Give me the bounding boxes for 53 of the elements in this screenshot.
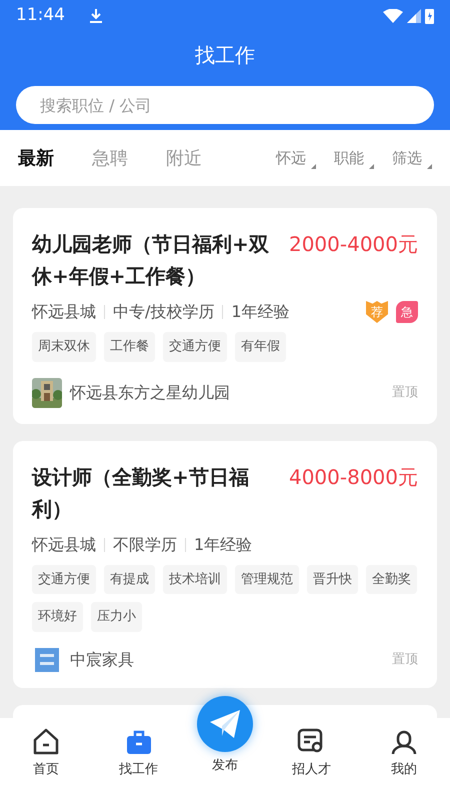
nav-tab[interactable]: 招人才 bbox=[265, 718, 358, 800]
salary: 4000-8000元 bbox=[288, 464, 418, 490]
company-name: 怀远县东方之星幼儿园 bbox=[70, 382, 230, 404]
benefit-tag: 环境好 bbox=[32, 602, 83, 632]
dropdown-caret-icon bbox=[427, 164, 432, 170]
job-requirement: 怀远县城 bbox=[32, 534, 96, 556]
filter-dropdown[interactable]: 职能 bbox=[334, 146, 374, 170]
home-icon bbox=[32, 728, 60, 756]
benefit-tag: 晋升快 bbox=[307, 564, 358, 594]
job-requirement: 中专/技校学历 bbox=[113, 301, 214, 323]
wifi-icon bbox=[383, 9, 403, 23]
job-card[interactable]: 设计师（全勤奖+节日福利） 4000-8000元 怀远县城 不限学历 1年经验 交通方便 有提成 技术培训 管理规范 晋升快 全勤奖 环境好 压力小 中宸家具 置顶 bbox=[13, 440, 437, 688]
benefit-tag: 全勤奖 bbox=[366, 564, 417, 594]
status-time: 11:44 bbox=[16, 4, 65, 28]
benefit-tag: 周末双休 bbox=[32, 332, 96, 362]
company-logo-icon bbox=[35, 648, 59, 672]
publish-button[interactable] bbox=[197, 696, 254, 752]
benefit-tag: 有年假 bbox=[235, 332, 286, 362]
job-requirement: 1年经验 bbox=[194, 534, 252, 556]
briefcase-icon bbox=[124, 728, 153, 756]
benefit-tag: 管理规范 bbox=[235, 564, 299, 594]
filter-dropdown[interactable]: 筛选 bbox=[392, 146, 432, 170]
dropdown-caret-icon bbox=[311, 164, 316, 170]
publish-label: 发布 bbox=[212, 757, 238, 775]
recommended-badge: 荐 bbox=[366, 301, 388, 323]
benefit-tag: 交通方便 bbox=[163, 332, 227, 362]
nav-tab[interactable]: 首页 bbox=[0, 718, 92, 800]
signal-icon bbox=[407, 9, 421, 23]
nav-tab[interactable]: 找工作 bbox=[92, 718, 185, 800]
job-requirement: 怀远县城 bbox=[32, 301, 96, 323]
job-requirement: 1年经验 bbox=[231, 301, 290, 323]
benefit-tag: 工作餐 bbox=[104, 332, 155, 362]
job-requirement: 不限学历 bbox=[113, 534, 177, 556]
company-name: 中宸家具 bbox=[70, 648, 134, 670]
benefit-tag: 有提成 bbox=[104, 564, 155, 594]
page-title: 找工作 bbox=[194, 42, 256, 69]
benefit-tag: 交通方便 bbox=[32, 564, 96, 594]
tab[interactable]: 最新 bbox=[18, 144, 54, 172]
job-title: 设计师（全勤奖+节日福利） bbox=[32, 464, 250, 522]
download-icon bbox=[89, 8, 103, 24]
battery-icon bbox=[425, 8, 434, 24]
paper-plane-icon bbox=[210, 710, 240, 738]
filter-dropdown[interactable]: 怀远 bbox=[276, 146, 316, 170]
benefit-tag: 压力小 bbox=[91, 602, 142, 632]
profile-icon bbox=[390, 728, 418, 756]
dropdown-caret-icon bbox=[369, 164, 374, 170]
search-field[interactable]: 搜索职位 / 公司 bbox=[16, 86, 434, 124]
urgent-badge: 急 bbox=[396, 301, 418, 323]
job-card[interactable]: 幼儿园老师（节日福利+双休+年假+工作餐） 2000-4000元 怀远县城 中专/技校学历 1年经验 荐 急 周末双休 工作餐 交通方便 有年假 怀远县东方之星幼儿园 置顶 bbox=[13, 208, 437, 424]
benefit-tag: 技术培训 bbox=[163, 564, 227, 594]
job-title: 幼儿园老师（节日福利+双休+年假+工作餐） bbox=[32, 231, 270, 290]
nav-tab[interactable]: 我的 bbox=[358, 718, 450, 800]
salary: 2000-4000元 bbox=[288, 231, 418, 258]
